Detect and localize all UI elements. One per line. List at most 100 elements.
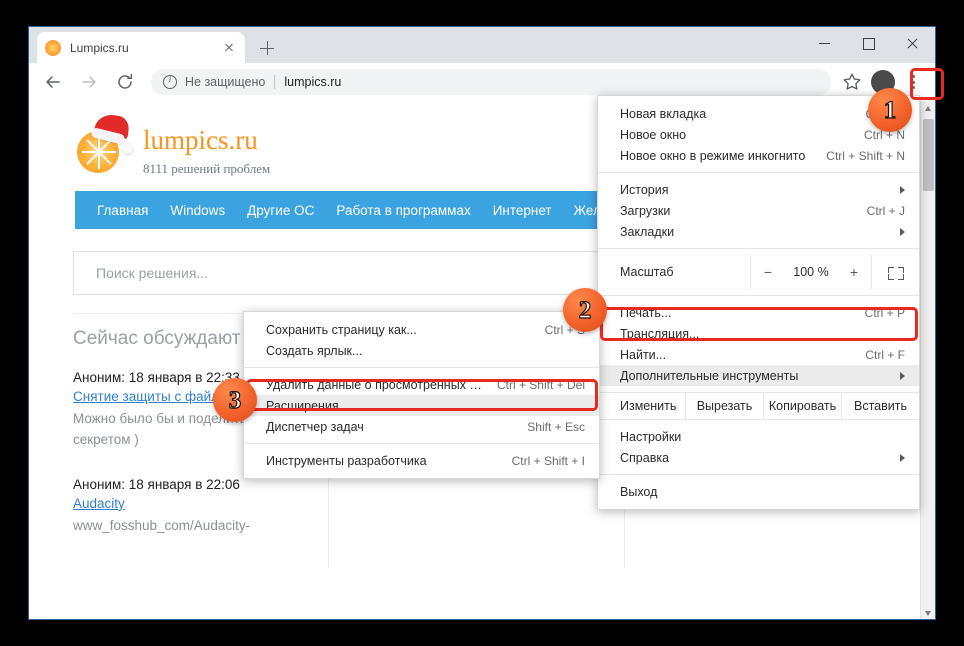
- security-status-label: Не защищено: [185, 75, 266, 89]
- discussion-link[interactable]: Audacity: [73, 496, 314, 511]
- menu-item-history[interactable]: История: [598, 179, 919, 200]
- forward-arrow-icon[interactable]: [75, 68, 103, 96]
- menu-item-label: Выход: [620, 484, 658, 499]
- menu-item-label: Загрузки: [620, 203, 671, 218]
- submenu-item-create-shortcut[interactable]: Создать ярлык...: [244, 340, 599, 361]
- address-bar[interactable]: Не защищено lumpics.ru: [151, 69, 831, 95]
- close-icon[interactable]: [891, 27, 935, 59]
- list-item: Аноним: 18 января в 22:06 Audacity www_f…: [73, 477, 314, 537]
- zoom-in-button[interactable]: +: [837, 255, 871, 289]
- nav-item-internet[interactable]: Интернет: [493, 203, 552, 218]
- menu-item-label: Инструменты разработчика: [266, 453, 427, 468]
- submenu-item-extensions[interactable]: Расширения: [244, 395, 599, 416]
- maximize-icon[interactable]: [847, 27, 891, 59]
- back-arrow-icon[interactable]: [39, 68, 67, 96]
- scrollbar-thumb[interactable]: [923, 119, 934, 191]
- menu-edit-row: Изменить Вырезать Копировать Вставить: [598, 392, 919, 420]
- chevron-right-icon: [900, 453, 905, 462]
- callout-number: 1: [883, 96, 897, 124]
- menu-separator: [598, 248, 919, 249]
- site-subtitle: 8111 решений проблем: [143, 161, 271, 176]
- menu-item-label: Новое окно: [620, 127, 687, 142]
- paste-button[interactable]: Вставить: [842, 393, 919, 419]
- callout-step-3: 3: [213, 378, 257, 422]
- menu-item-exit[interactable]: Выход: [598, 481, 919, 502]
- scroll-down-arrow-icon[interactable]: [921, 606, 935, 619]
- menu-item-label: Найти...: [620, 347, 667, 362]
- brand-block: lumpics.ru 8111 решений проблем: [143, 117, 270, 177]
- menu-item-label: Дополнительные инструменты: [620, 368, 799, 383]
- menu-item-label: Новое окно в режиме инкогнито: [620, 148, 806, 163]
- nav-item-windows[interactable]: Windows: [170, 203, 225, 218]
- menu-item-label: Трансляция...: [620, 326, 700, 341]
- menu-item-new-window[interactable]: Новое окно Ctrl + N: [598, 124, 919, 145]
- menu-item-settings[interactable]: Настройки: [598, 426, 919, 447]
- menu-item-label: Расширения: [266, 398, 339, 413]
- discussion-text: www_fosshub_com/Audacity-: [73, 517, 251, 533]
- edit-row-label: Изменить: [598, 393, 686, 419]
- chevron-right-icon: [900, 371, 905, 380]
- minimize-icon[interactable]: [803, 27, 847, 59]
- submenu-item-save-page-as[interactable]: Сохранить страницу как... Ctrl + S: [244, 319, 599, 340]
- fullscreen-icon[interactable]: [871, 255, 919, 289]
- menu-item-more-tools[interactable]: Дополнительные инструменты: [598, 365, 919, 386]
- callout-number: 3: [228, 386, 242, 414]
- menu-item-label: Закладки: [620, 224, 675, 239]
- menu-item-print[interactable]: Печать... Ctrl + P: [598, 302, 919, 323]
- menu-item-label: История: [620, 182, 669, 197]
- chrome-main-menu: Новая вкладка Ctrl + T Новое окно Ctrl +…: [597, 95, 920, 510]
- menu-separator: [244, 367, 599, 368]
- menu-item-label: Удалить данные о просмотренных страницах…: [266, 377, 485, 392]
- favicon-icon: [45, 39, 61, 56]
- menu-item-downloads[interactable]: Загрузки Ctrl + J: [598, 200, 919, 221]
- discussion-meta: Аноним: 18 января в 22:06: [73, 476, 240, 492]
- callout-step-2: 2: [563, 288, 607, 332]
- lumpics-logo-icon: [75, 112, 134, 173]
- menu-item-accel: Ctrl + Shift + I: [511, 453, 585, 468]
- zoom-value: 100 %: [793, 265, 829, 279]
- tab-strip: Lumpics.ru: [29, 27, 935, 63]
- tab-close-icon[interactable]: [221, 40, 237, 56]
- menu-item-accel: Ctrl + J: [866, 203, 905, 218]
- menu-separator: [598, 295, 919, 296]
- submenu-item-task-manager[interactable]: Диспетчер задач Shift + Esc: [244, 416, 599, 437]
- chevron-right-icon: [900, 185, 905, 194]
- submenu-item-developer-tools[interactable]: Инструменты разработчика Ctrl + Shift + …: [244, 450, 599, 471]
- zoom-out-button[interactable]: −: [751, 255, 785, 289]
- new-tab-icon[interactable]: [255, 36, 279, 60]
- nav-item-home[interactable]: Главная: [97, 203, 148, 218]
- menu-item-incognito-window[interactable]: Новое окно в режиме инкогнито Ctrl + Shi…: [598, 145, 919, 166]
- menu-item-accel: Shift + Esc: [527, 419, 585, 434]
- menu-item-bookmarks[interactable]: Закладки: [598, 221, 919, 242]
- nav-item-other-os[interactable]: Другие ОС: [247, 203, 314, 218]
- menu-item-label: Создать ярлык...: [266, 343, 363, 358]
- menu-separator: [598, 172, 919, 173]
- submenu-item-clear-browsing-data[interactable]: Удалить данные о просмотренных страницах…: [244, 374, 599, 395]
- menu-separator: [598, 474, 919, 475]
- omnibox-divider: [274, 75, 276, 89]
- nav-item-programs[interactable]: Работа в программах: [336, 203, 470, 218]
- menu-zoom-row: Масштаб − 100 % +: [598, 255, 919, 289]
- window-controls: [803, 27, 935, 59]
- more-tools-submenu: Сохранить страницу как... Ctrl + S Созда…: [243, 311, 600, 479]
- cut-button[interactable]: Вырезать: [686, 393, 764, 419]
- url-text: lumpics.ru: [284, 75, 342, 89]
- zoom-label: Масштаб: [620, 265, 674, 279]
- menu-item-accel: Ctrl + Shift + Del: [496, 377, 585, 392]
- menu-item-label: Печать...: [620, 305, 672, 320]
- site-title: lumpics.ru: [143, 125, 258, 155]
- menu-item-find[interactable]: Найти... Ctrl + F: [598, 344, 919, 365]
- page-scrollbar[interactable]: [920, 101, 935, 619]
- browser-tab[interactable]: Lumpics.ru: [37, 32, 245, 63]
- menu-item-label: Настройки: [620, 429, 682, 444]
- chevron-right-icon: [900, 227, 905, 236]
- menu-item-accel: Ctrl + P: [864, 305, 905, 320]
- info-icon: [163, 74, 177, 89]
- menu-item-cast[interactable]: Трансляция...: [598, 323, 919, 344]
- menu-item-help[interactable]: Справка: [598, 447, 919, 468]
- reload-icon[interactable]: [111, 68, 139, 96]
- menu-item-label: Справка: [620, 450, 670, 465]
- copy-button[interactable]: Копировать: [764, 393, 842, 419]
- scroll-up-arrow-icon[interactable]: [921, 101, 935, 116]
- star-icon[interactable]: [839, 69, 865, 95]
